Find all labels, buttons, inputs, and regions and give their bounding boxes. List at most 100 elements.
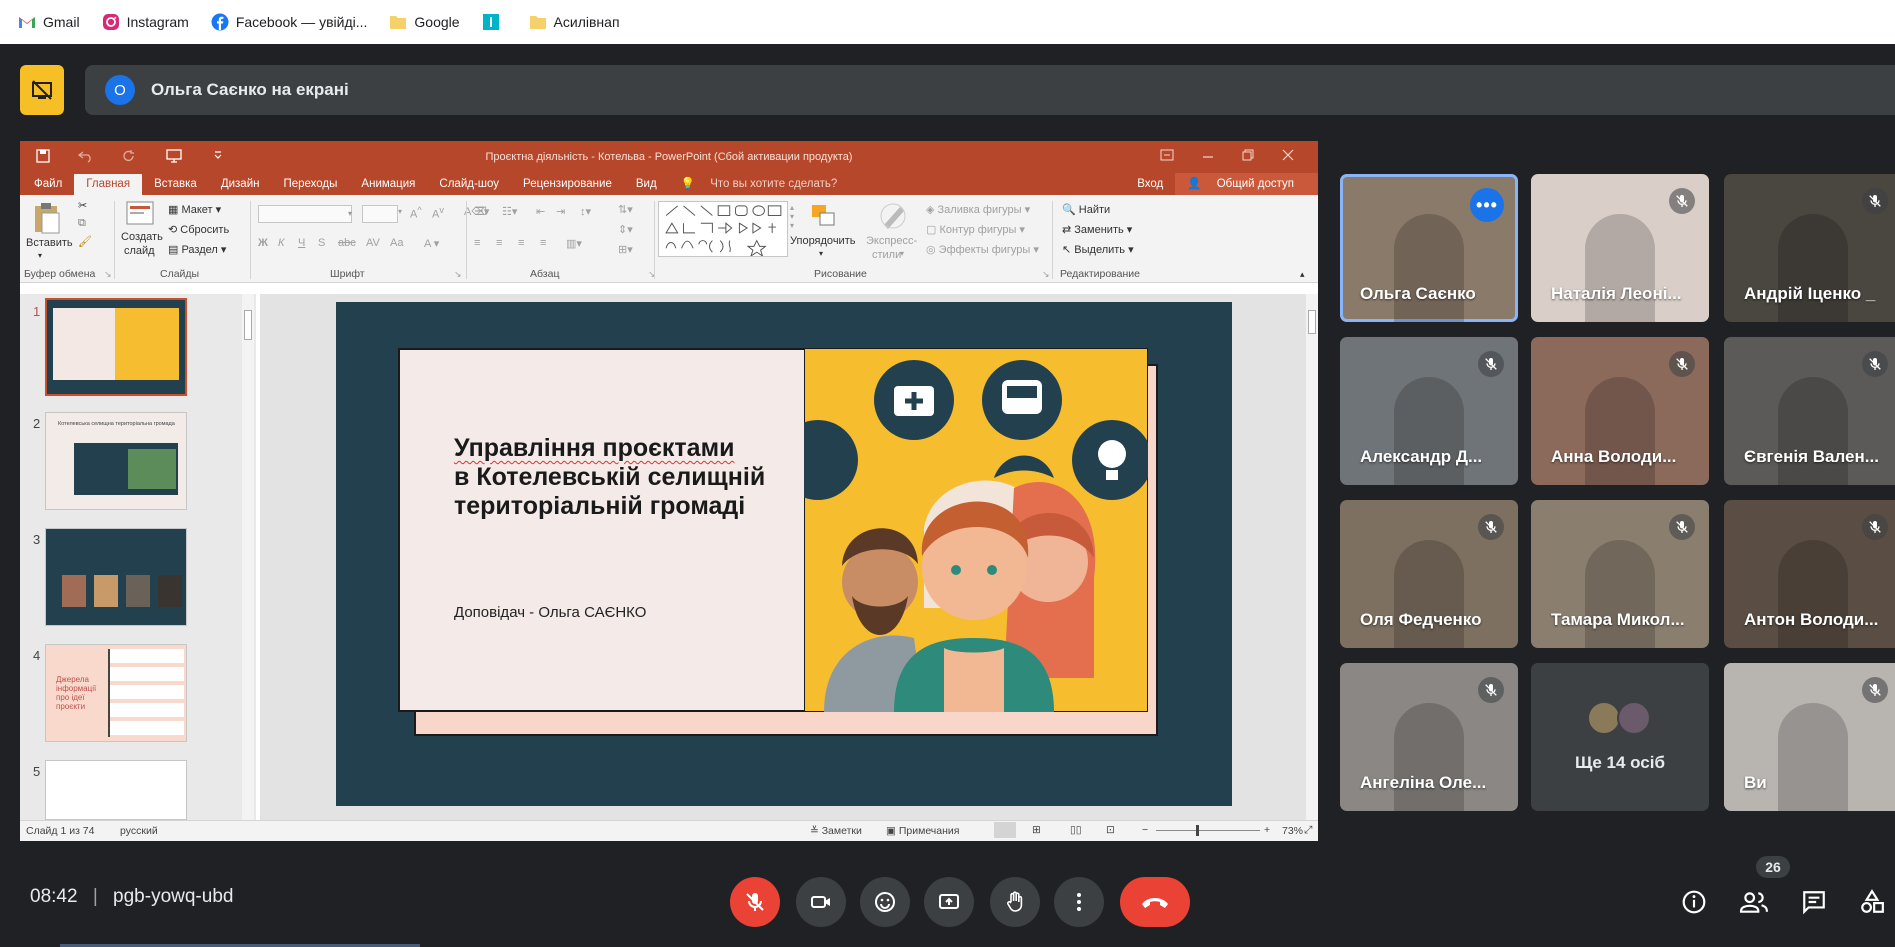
arrange-button[interactable]: Упорядочить — [790, 235, 855, 247]
participant-tile[interactable]: Ви — [1724, 663, 1895, 811]
shapes-gallery[interactable] — [658, 201, 788, 257]
clipboard-launcher-icon[interactable]: ↘ — [104, 269, 112, 280]
bookmark-folder[interactable]: Асилівнап — [529, 14, 620, 30]
slide-thumbnail-4[interactable]: Джерела інформації про ідеї проєкти — [45, 644, 187, 742]
indent-increase-icon[interactable]: ⇥ — [556, 205, 565, 218]
thumbnails-scroll-thumb[interactable] — [244, 310, 252, 340]
bookmark-instagram[interactable]: Instagram — [102, 13, 189, 31]
format-painter-icon[interactable]: 🖌 — [78, 235, 92, 248]
meeting-details-button[interactable] — [1672, 880, 1716, 924]
editor-scrollbar[interactable] — [1306, 294, 1318, 820]
indent-decrease-icon[interactable]: ⇤ — [536, 205, 545, 218]
shape-outline-button[interactable]: ▢ Контур фигуры ▾ — [926, 223, 1025, 236]
slideshow-view-icon[interactable]: ⊡ — [1106, 824, 1115, 836]
bold-icon[interactable]: Ж — [258, 237, 268, 249]
current-slide[interactable]: Управління проєктами в Котелевській сели… — [336, 302, 1232, 806]
participant-tile[interactable]: Тамара Микол... — [1531, 500, 1709, 648]
participant-tile[interactable]: Оля Федченко — [1340, 500, 1518, 648]
tell-me-input[interactable]: 💡 Что вы хотите сделать? — [669, 176, 862, 195]
bookmark-gmail[interactable]: Gmail — [18, 14, 80, 30]
smartart-icon[interactable]: ⊞▾ — [618, 243, 633, 256]
tab-slideshow[interactable]: Слайд-шоу — [427, 178, 511, 195]
new-slide-icon[interactable] — [126, 201, 154, 225]
slide-thumbnail-1[interactable] — [45, 298, 187, 396]
presentation-toggle-button[interactable] — [20, 65, 64, 115]
shapes-gallery-scroll-icon[interactable]: ▴ ▾ ▾ — [790, 203, 794, 230]
new-slide-button[interactable]: Создать — [121, 231, 163, 243]
replace-button[interactable]: ⇄ Заменить ▾ — [1062, 223, 1132, 236]
text-direction-icon[interactable]: ⇅▾ — [618, 203, 633, 216]
font-name-dropdown-icon[interactable]: ▾ — [348, 205, 358, 223]
justify-icon[interactable]: ≡ — [540, 237, 546, 249]
minimize-icon[interactable] — [1202, 149, 1214, 161]
participant-tile[interactable]: Ольга Саєнко ••• — [1340, 174, 1518, 322]
italic-icon[interactable]: К — [278, 237, 284, 249]
notes-button[interactable]: ≚ Заметки — [810, 825, 862, 837]
normal-view-button[interactable] — [994, 822, 1016, 838]
ribbon-display-icon[interactable] — [1160, 149, 1174, 161]
select-button[interactable]: ↖ Выделить ▾ — [1062, 243, 1134, 256]
participant-tile[interactable]: Ще 14 осіб — [1531, 663, 1709, 811]
quick-styles-icon[interactable] — [878, 201, 908, 231]
tab-animation[interactable]: Анимация — [349, 178, 427, 195]
raise-hand-button[interactable] — [990, 877, 1040, 927]
increase-font-icon[interactable]: A^ — [410, 205, 422, 221]
tab-home[interactable]: Главная — [74, 174, 143, 195]
align-right-icon[interactable]: ≡ — [518, 237, 524, 249]
leave-call-button[interactable] — [1120, 877, 1190, 927]
section-button[interactable]: ▤ Раздел ▾ — [168, 243, 226, 256]
reading-view-icon[interactable]: ▯▯ — [1070, 824, 1082, 836]
paste-icon[interactable] — [32, 201, 62, 235]
participant-tile[interactable]: Наталія Леоні... — [1531, 174, 1709, 322]
bookmark-google[interactable]: Google — [389, 14, 460, 30]
participant-tile[interactable]: Антон Володи... — [1724, 500, 1895, 648]
chat-button[interactable] — [1792, 880, 1836, 924]
fit-slide-icon[interactable]: ⤢ — [1304, 824, 1312, 837]
participant-tile[interactable]: Анна Володи... — [1531, 337, 1709, 485]
participant-tile[interactable]: Андрій Іценко _ — [1724, 174, 1895, 322]
zoom-in-button[interactable]: + — [1264, 824, 1270, 836]
tab-design[interactable]: Дизайн — [209, 178, 272, 195]
align-text-icon[interactable]: ⇕▾ — [618, 223, 633, 236]
arrange-icon[interactable] — [808, 201, 838, 231]
underline-icon[interactable]: Ч — [298, 237, 305, 249]
paste-dropdown-icon[interactable]: ▾ — [38, 251, 42, 260]
bookmark-facebook[interactable]: Facebook — увійді... — [211, 13, 367, 31]
mic-toggle-button[interactable] — [730, 877, 780, 927]
paste-button[interactable]: Вставить — [26, 237, 73, 249]
quick-styles-dropdown-icon[interactable]: ▾ — [900, 249, 904, 258]
restore-icon[interactable] — [1242, 149, 1254, 161]
activities-button[interactable] — [1852, 880, 1892, 924]
numbering-icon[interactable]: ☷▾ — [502, 205, 517, 218]
participant-tile[interactable]: Александр Д... — [1340, 337, 1518, 485]
tab-transitions[interactable]: Переходы — [271, 178, 349, 195]
columns-icon[interactable]: ▥▾ — [566, 237, 582, 250]
editor-scroll-thumb[interactable] — [1308, 310, 1316, 334]
close-icon[interactable] — [1282, 149, 1294, 161]
align-center-icon[interactable]: ≡ — [496, 237, 502, 249]
layout-button[interactable]: ▦ Макет ▾ — [168, 203, 221, 216]
find-button[interactable]: 🔍 Найти — [1062, 203, 1110, 216]
zoom-out-button[interactable]: − — [1142, 824, 1148, 836]
share-button[interactable]: 👤 Общий доступ — [1175, 172, 1318, 195]
shape-effects-button[interactable]: ◎ Эффекты фигуры ▾ — [926, 243, 1039, 256]
collapse-ribbon-icon[interactable]: ▴ — [1300, 269, 1305, 280]
more-options-button[interactable] — [1054, 877, 1104, 927]
strikethrough-icon[interactable]: abc — [338, 237, 356, 249]
line-spacing-icon[interactable]: ↕▾ — [580, 205, 591, 218]
thumbnails-scrollbar[interactable] — [242, 294, 254, 820]
font-size-dropdown-icon[interactable]: ▾ — [398, 207, 402, 216]
shape-fill-button[interactable]: ◈ Заливка фигуры ▾ — [926, 203, 1030, 216]
slide-thumbnail-5[interactable] — [45, 760, 187, 820]
slide-sorter-icon[interactable]: ⊞ — [1032, 824, 1041, 836]
reset-button[interactable]: ⟲ Сбросить — [168, 223, 229, 236]
tab-review[interactable]: Рецензирование — [511, 178, 624, 195]
char-spacing-icon[interactable]: AV — [366, 237, 380, 249]
arrange-dropdown-icon[interactable]: ▾ — [819, 249, 823, 258]
quick-styles-button[interactable]: Экспресс- — [866, 235, 917, 247]
tab-file[interactable]: Файл — [20, 178, 74, 195]
slide-thumbnail-2[interactable]: Котелевська селищна територіальна громад… — [45, 412, 187, 510]
reactions-button[interactable] — [860, 877, 910, 927]
slide-thumbnail-3[interactable] — [45, 528, 187, 626]
comments-button[interactable]: ▣ Примечания — [886, 825, 959, 837]
